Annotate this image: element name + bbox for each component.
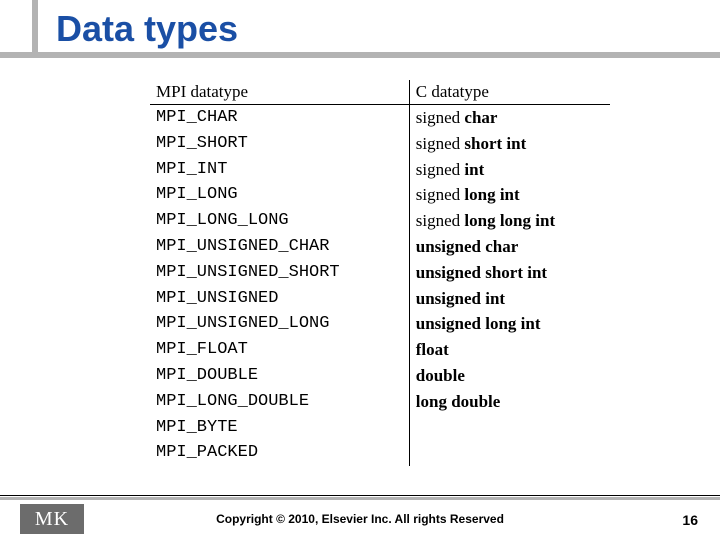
c-datatype-cell: signed short int: [409, 131, 610, 157]
footer-rule-gray: [0, 497, 720, 500]
mpi-datatype-cell: MPI_UNSIGNED_SHORT: [150, 260, 409, 286]
slide: Data types MPI datatype C datatype MPI_C…: [0, 0, 720, 540]
mpi-datatype-cell: MPI_UNSIGNED: [150, 286, 409, 312]
mpi-datatype-cell: MPI_SHORT: [150, 131, 409, 157]
table-row: MPI_UNSIGNED_CHARunsigned char: [150, 234, 610, 260]
table-row: MPI_CHARsigned char: [150, 105, 610, 131]
datatype-table: MPI datatype C datatype MPI_CHARsigned c…: [150, 80, 610, 466]
mpi-datatype-cell: MPI_BYTE: [150, 415, 409, 441]
c-datatype-cell: signed long int: [409, 182, 610, 208]
table-header-row: MPI datatype C datatype: [150, 80, 610, 105]
c-datatype-cell: signed char: [409, 105, 610, 131]
table-row: MPI_INTsigned int: [150, 157, 610, 183]
datatype-table-wrap: MPI datatype C datatype MPI_CHARsigned c…: [150, 80, 610, 466]
table-row: MPI_BYTE: [150, 415, 610, 441]
table-row: MPI_LONG_DOUBLElong double: [150, 389, 610, 415]
footer-rule: [0, 495, 720, 496]
page-title: Data types: [56, 8, 252, 50]
mpi-datatype-cell: MPI_UNSIGNED_CHAR: [150, 234, 409, 260]
mpi-datatype-cell: MPI_DOUBLE: [150, 363, 409, 389]
page-number: 16: [682, 512, 698, 528]
mpi-datatype-cell: MPI_INT: [150, 157, 409, 183]
title-band: Data types: [0, 0, 720, 70]
table-row: MPI_FLOATfloat: [150, 337, 610, 363]
table-row: MPI_SHORTsigned short int: [150, 131, 610, 157]
table-header-mpi: MPI datatype: [150, 80, 409, 105]
table-row: MPI_UNSIGNEDunsigned int: [150, 286, 610, 312]
table-header-c: C datatype: [409, 80, 610, 105]
c-datatype-cell: [409, 440, 610, 466]
table-row: MPI_LONG_LONGsigned long long int: [150, 208, 610, 234]
table-row: MPI_PACKED: [150, 440, 610, 466]
mpi-datatype-cell: MPI_FLOAT: [150, 337, 409, 363]
c-datatype-cell: unsigned long int: [409, 311, 610, 337]
c-datatype-cell: unsigned char: [409, 234, 610, 260]
c-datatype-cell: unsigned short int: [409, 260, 610, 286]
c-datatype-cell: unsigned int: [409, 286, 610, 312]
table-row: MPI_UNSIGNED_SHORTunsigned short int: [150, 260, 610, 286]
table-row: MPI_UNSIGNED_LONGunsigned long int: [150, 311, 610, 337]
decorative-rule-left: [32, 0, 38, 58]
c-datatype-cell: long double: [409, 389, 610, 415]
mpi-datatype-cell: MPI_LONG: [150, 182, 409, 208]
table-row: MPI_LONGsigned long int: [150, 182, 610, 208]
mpi-datatype-cell: MPI_UNSIGNED_LONG: [150, 311, 409, 337]
table-row: MPI_DOUBLEdouble: [150, 363, 610, 389]
mpi-datatype-cell: MPI_LONG_LONG: [150, 208, 409, 234]
mpi-datatype-cell: MPI_LONG_DOUBLE: [150, 389, 409, 415]
c-datatype-cell: signed long long int: [409, 208, 610, 234]
c-datatype-cell: double: [409, 363, 610, 389]
c-datatype-cell: [409, 415, 610, 441]
c-datatype-cell: signed int: [409, 157, 610, 183]
decorative-rule-top: [0, 52, 720, 58]
c-datatype-cell: float: [409, 337, 610, 363]
mpi-datatype-cell: MPI_CHAR: [150, 105, 409, 131]
mpi-datatype-cell: MPI_PACKED: [150, 440, 409, 466]
copyright-text: Copyright © 2010, Elsevier Inc. All righ…: [0, 512, 720, 526]
